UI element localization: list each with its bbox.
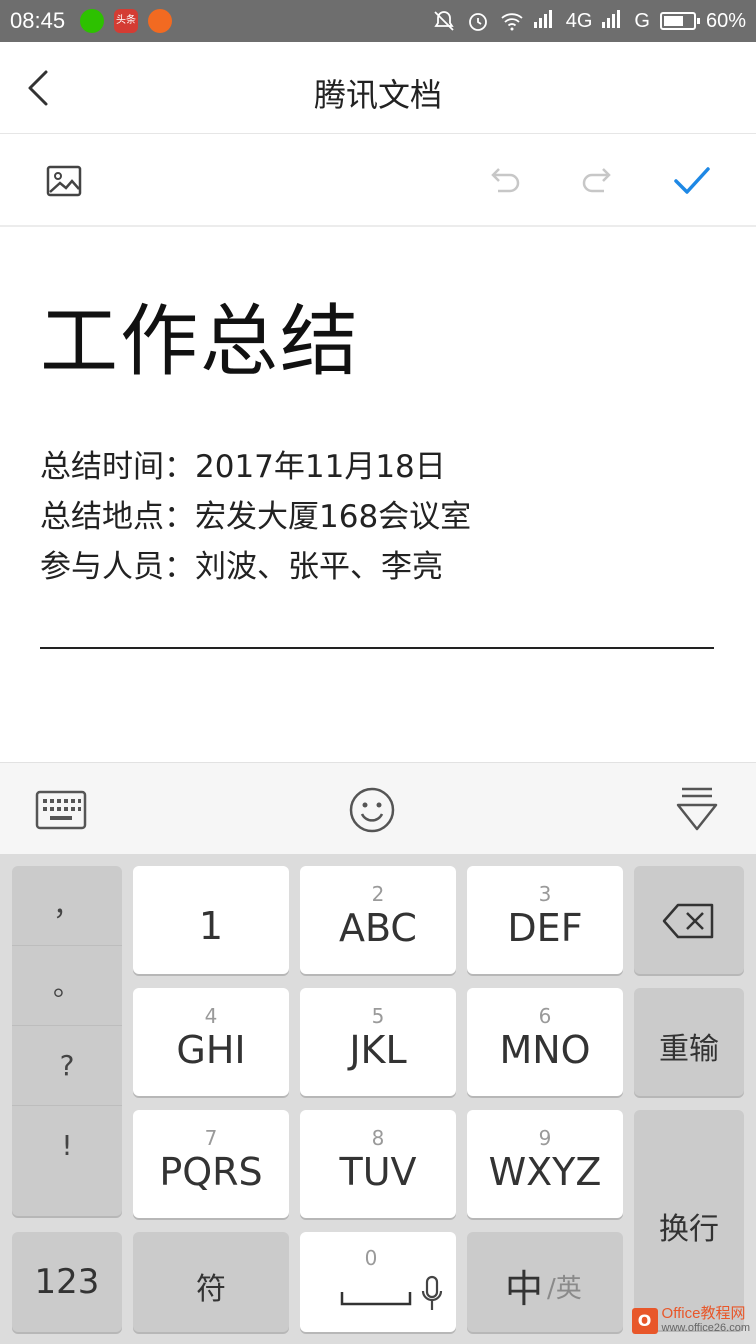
- editor-toolbar: [0, 135, 756, 227]
- collapse-keyboard-icon[interactable]: [670, 783, 724, 837]
- status-time: 08:45: [10, 8, 66, 33]
- reset-key[interactable]: 重输: [634, 988, 744, 1096]
- status-bar: 08:45 头条 4G G 60%: [0, 0, 756, 42]
- backspace-key[interactable]: [634, 866, 744, 974]
- signal-icon: [533, 8, 556, 34]
- punct-question-key[interactable]: ?: [12, 1026, 122, 1106]
- undo-icon[interactable]: [482, 159, 526, 203]
- key-5-jkl[interactable]: 5 JKL: [300, 988, 456, 1096]
- wechat-notification-icon: [80, 9, 104, 33]
- key-1[interactable]: 1: [133, 866, 289, 974]
- redo-icon[interactable]: [576, 159, 620, 203]
- enter-newline-key[interactable]: 换行: [634, 1110, 744, 1330]
- summary-participants-line[interactable]: 参与人员：刘波、张平、李亮: [40, 541, 443, 586]
- punct-exclaim-key[interactable]: !: [12, 1106, 122, 1186]
- insert-image-icon[interactable]: [42, 159, 86, 203]
- key-8-tuv[interactable]: 8 TUV: [300, 1110, 456, 1218]
- numbers-key[interactable]: 123: [12, 1232, 122, 1332]
- space-key[interactable]: 0: [300, 1232, 456, 1332]
- document-title[interactable]: 工作总结: [40, 279, 360, 391]
- backspace-icon: [662, 903, 714, 939]
- space-bar-icon: [340, 1292, 412, 1306]
- ime-keyboard: ， 。 ? ! 1 2 ABC 3 DEF 4 GHI 5 JKL 6 MNO …: [0, 854, 756, 1344]
- battery-level: 60%: [705, 9, 746, 32]
- emoji-icon[interactable]: [345, 783, 399, 837]
- microphone-icon[interactable]: [420, 1274, 444, 1314]
- document-editor[interactable]: 工作总结 总结时间：2017年11月18日 总结地点：宏发大厦168会议室 参与…: [0, 229, 756, 762]
- summary-time-line[interactable]: 总结时间：2017年11月18日: [40, 441, 446, 486]
- key-7-pqrs[interactable]: 7 PQRS: [133, 1110, 289, 1218]
- battery-icon: [659, 12, 700, 30]
- watermark: O Office教程网 www.office26.com: [631, 1304, 750, 1338]
- app-notification-icon: [148, 9, 172, 33]
- status-indicators: 4G G 60%: [432, 8, 746, 34]
- punct-comma-key[interactable]: ，: [12, 866, 122, 946]
- toutiao-notification-icon: 头条: [114, 9, 138, 33]
- language-switch-key[interactable]: 中 /英: [467, 1232, 623, 1332]
- key-9-wxyz[interactable]: 9 WXYZ: [467, 1110, 623, 1218]
- wifi-icon: [501, 13, 523, 31]
- punct-period-key[interactable]: 。: [12, 946, 122, 1026]
- keyboard-icon[interactable]: [34, 783, 88, 837]
- signal-icon-2: [602, 8, 624, 34]
- key-4-ghi[interactable]: 4 GHI: [133, 988, 289, 1096]
- key-6-mno[interactable]: 6 MNO: [467, 988, 623, 1096]
- watermark-url: www.office26.com: [661, 1322, 750, 1334]
- watermark-brand: Office教程网: [661, 1305, 746, 1322]
- key-3-def[interactable]: 3 DEF: [467, 866, 623, 974]
- done-check-icon[interactable]: [670, 159, 714, 203]
- network-type-2: G: [634, 9, 650, 32]
- mute-bell-icon: [434, 11, 454, 31]
- page-title: 腾讯文档: [313, 76, 442, 114]
- office-logo-icon: O: [631, 1308, 658, 1334]
- summary-location-line[interactable]: 总结地点：宏发大厦168会议室: [40, 491, 471, 536]
- keyboard-top-bar: [0, 762, 756, 854]
- network-type: 4G: [565, 9, 593, 32]
- horizontal-rule: [40, 647, 714, 649]
- symbols-key[interactable]: 符: [133, 1232, 289, 1332]
- title-bar: 腾讯文档: [0, 42, 756, 134]
- punctuation-column: ， 。 ? !: [12, 866, 122, 1216]
- alarm-icon: [468, 13, 487, 31]
- key-2-abc[interactable]: 2 ABC: [300, 866, 456, 974]
